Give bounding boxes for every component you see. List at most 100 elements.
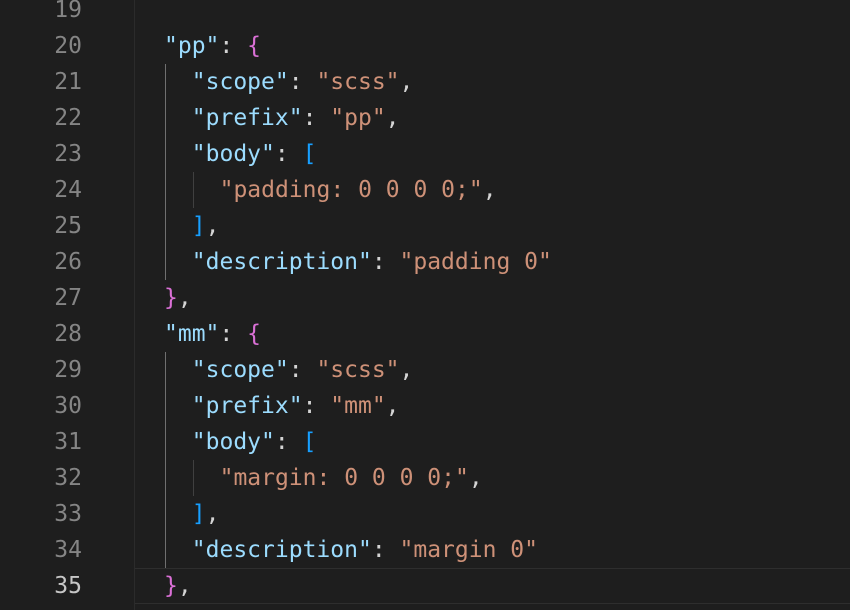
code-token: "scope" (191, 357, 289, 383)
code-token: : (219, 33, 248, 59)
code-token: : (288, 69, 317, 95)
code-line[interactable]: 33], (0, 496, 850, 532)
code-token: [ (302, 141, 317, 167)
code-token: , (482, 177, 497, 203)
code-token: , (399, 357, 414, 383)
code-token: , (399, 69, 414, 95)
code-line[interactable]: 32 "margin: 0 0 0 0;", (0, 460, 850, 496)
line-number: 33 (54, 501, 82, 527)
code-token: : (371, 537, 400, 563)
code-token: : (302, 105, 331, 131)
code-line[interactable]: 26 "description": "padding 0" (0, 244, 850, 280)
line-number: 19 (54, 0, 82, 23)
code-line[interactable]: 20 "pp": { (0, 28, 850, 64)
code-content[interactable]: "scope": "scss", (192, 352, 414, 388)
code-token: , (205, 213, 220, 239)
code-line[interactable]: 34 "description": "margin 0" (0, 532, 850, 568)
code-content[interactable]: ], (192, 208, 220, 244)
code-token: , (468, 465, 483, 491)
line-number: 26 (54, 249, 82, 275)
code-line[interactable]: 29 "scope": "scss", (0, 352, 850, 388)
code-token: : (302, 393, 331, 419)
code-token: [ (302, 429, 317, 455)
code-token: , (385, 105, 400, 131)
code-line[interactable]: 28 "mm": { (0, 316, 850, 352)
code-line[interactable]: 30 "prefix": "mm", (0, 388, 850, 424)
code-content[interactable]: }, (164, 280, 192, 316)
indent-guide (165, 64, 166, 280)
code-token: "scss" (316, 69, 400, 95)
code-token: { (247, 321, 261, 347)
code-token: "body" (191, 141, 275, 167)
line-number: 27 (54, 285, 82, 311)
code-content[interactable]: "margin: 0 0 0 0;", (220, 460, 483, 496)
line-number: 34 (54, 537, 82, 563)
line-number: 24 (54, 177, 82, 203)
current-line-highlight (135, 568, 850, 604)
code-token: "body" (191, 429, 275, 455)
code-token: "prefix" (191, 393, 303, 419)
line-number: 31 (54, 429, 82, 455)
code-token: , (177, 573, 192, 599)
code-token: "mm" (330, 393, 386, 419)
code-token: "description" (191, 249, 372, 275)
code-token: "mm" (164, 321, 220, 347)
code-line[interactable]: 24 "padding: 0 0 0 0;", (0, 172, 850, 208)
code-token: , (385, 393, 400, 419)
code-line[interactable]: 21 "scope": "scss", (0, 64, 850, 100)
code-content[interactable]: "prefix": "mm", (192, 388, 400, 424)
code-token: "description" (191, 537, 372, 563)
indent-guide (192, 460, 194, 496)
code-token: , (177, 285, 192, 311)
code-token: : (274, 141, 303, 167)
code-line[interactable]: 31 "body": [ (0, 424, 850, 460)
code-token: : (288, 357, 317, 383)
code-line[interactable]: 27}, (0, 280, 850, 316)
code-token: "scss" (316, 357, 400, 383)
code-token: } (164, 285, 178, 311)
code-content[interactable]: "prefix": "pp", (192, 100, 400, 136)
code-token: "margin: 0 0 0 0;" (219, 465, 469, 491)
code-token: "pp" (330, 105, 386, 131)
code-token: { (247, 33, 261, 59)
code-token: ] (191, 501, 206, 527)
code-content[interactable]: }, (164, 568, 192, 604)
line-number: 25 (54, 213, 82, 239)
code-content[interactable]: "pp": { (164, 28, 261, 64)
line-number: 28 (54, 321, 82, 347)
code-line[interactable]: 25], (0, 208, 850, 244)
indent-guide (165, 352, 166, 568)
code-content[interactable]: "description": "margin 0" (192, 532, 538, 568)
code-token: "padding: 0 0 0 0;" (219, 177, 483, 203)
code-content[interactable]: "padding: 0 0 0 0;", (220, 172, 497, 208)
code-token: : (219, 321, 248, 347)
line-number: 32 (54, 465, 82, 491)
code-token: : (274, 429, 303, 455)
code-content[interactable]: "body": [ (192, 424, 317, 460)
code-token: "prefix" (191, 105, 303, 131)
line-number: 20 (54, 33, 82, 59)
line-number: 30 (54, 393, 82, 419)
code-token: "padding 0" (399, 249, 552, 275)
code-token: } (164, 573, 178, 599)
code-line[interactable]: 23 "body": [ (0, 136, 850, 172)
code-content[interactable]: "mm": { (164, 316, 261, 352)
code-token: : (371, 249, 400, 275)
code-token: , (205, 501, 220, 527)
code-line[interactable]: 22 "prefix": "pp", (0, 100, 850, 136)
code-content[interactable]: ], (192, 496, 220, 532)
indent-guide (192, 172, 194, 208)
code-token: "pp" (164, 33, 220, 59)
code-editor[interactable]: 19 20 "pp": {21 "scope": "scss", 22 "prefix":… (0, 0, 850, 610)
code-line[interactable]: 19 (0, 0, 850, 28)
code-token: ] (191, 213, 206, 239)
line-number: 21 (54, 69, 82, 95)
line-number: 22 (54, 105, 82, 131)
code-content[interactable]: "description": "padding 0" (192, 244, 552, 280)
line-number: 29 (54, 357, 82, 383)
code-line[interactable]: 35}, (0, 568, 850, 604)
code-content[interactable]: "body": [ (192, 136, 317, 172)
code-content[interactable]: "scope": "scss", (192, 64, 414, 100)
line-number: 35 (54, 573, 82, 599)
code-token: "scope" (191, 69, 289, 95)
